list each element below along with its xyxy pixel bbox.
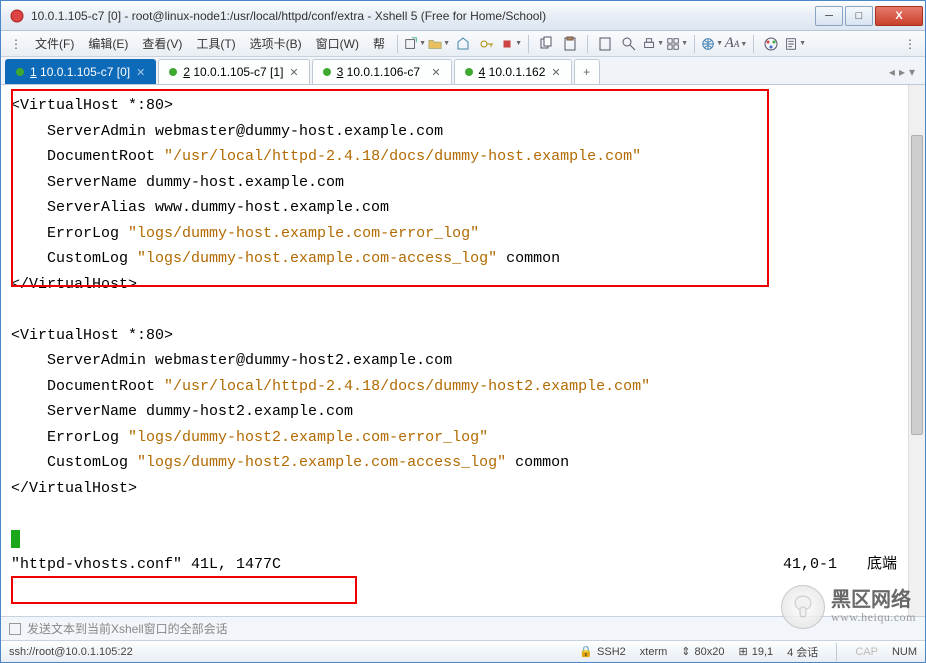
disconnect-icon[interactable]: ▼ (500, 33, 522, 55)
status-dot-icon (465, 68, 473, 76)
tab-label: 2 10.0.1.105-c7 [1] (183, 65, 283, 79)
menu-file[interactable]: 文件(F) (29, 32, 80, 55)
status-size: ⇕ 80x20 (681, 645, 724, 658)
separator (694, 35, 695, 53)
menu-expand-icon[interactable]: ⋮ (5, 33, 27, 55)
new-tab-button[interactable]: + (574, 59, 600, 84)
titlebar[interactable]: 10.0.1.105-c7 [0] - root@linux-node1:/us… (1, 1, 925, 31)
tab-close-icon[interactable]: ✕ (551, 66, 560, 79)
tab-close-icon[interactable]: ✕ (289, 66, 298, 79)
tab-session-2[interactable]: 2 10.0.1.105-c7 [1] ✕ (158, 59, 309, 84)
tab-label: 3 10.0.1.106-c7 (337, 65, 420, 79)
print-icon[interactable]: ▼ (642, 33, 664, 55)
separator (836, 643, 837, 661)
toolbar-overflow-icon[interactable]: ⋮ (899, 33, 921, 55)
scrollbar[interactable] (908, 85, 925, 616)
tab-label: 4 10.0.1.162 (479, 65, 546, 79)
status-termtype: xterm (640, 646, 668, 658)
menu-edit[interactable]: 编辑(E) (82, 32, 134, 55)
separator (528, 35, 529, 53)
menu-help[interactable]: 帮 (367, 32, 391, 55)
window-controls: ─ □ X (813, 6, 923, 26)
statusbar: ssh://root@10.0.1.105:22 🔒SSH2 xterm ⇕ 8… (1, 640, 925, 662)
tab-nav: ◂ ▸ ▾ (889, 59, 921, 84)
copy-icon[interactable] (535, 33, 557, 55)
key-icon[interactable] (476, 33, 498, 55)
reconnect-icon[interactable] (452, 33, 474, 55)
app-window: 10.0.1.105-c7 [0] - root@linux-node1:/us… (0, 0, 926, 663)
find-icon[interactable] (618, 33, 640, 55)
tabbar: 1 10.0.1.105-c7 [0] ✕ 2 10.0.1.105-c7 [1… (1, 57, 925, 85)
tab-prev-icon[interactable]: ◂ (889, 65, 895, 79)
status-dot-icon (16, 68, 24, 76)
font-icon[interactable]: AA▼ (725, 33, 747, 55)
tile-icon[interactable]: ▼ (666, 33, 688, 55)
status-dot-icon (169, 68, 177, 76)
terminal-content: <VirtualHost *:80> ServerAdmin webmaster… (11, 93, 915, 578)
color-icon[interactable] (760, 33, 782, 55)
script-icon[interactable]: ▼ (784, 33, 806, 55)
tab-list-icon[interactable]: ▾ (909, 65, 915, 79)
status-cap: CAP (855, 646, 878, 658)
maximize-button[interactable]: □ (845, 6, 873, 26)
paste-icon[interactable] (559, 33, 581, 55)
menu-tools[interactable]: 工具(T) (190, 32, 241, 55)
broadcast-checkbox[interactable] (9, 623, 21, 635)
menu-view[interactable]: 查看(V) (136, 32, 188, 55)
cursor (11, 530, 20, 548)
minimize-button[interactable]: ─ (815, 6, 843, 26)
terminal[interactable]: <VirtualHost *:80> ServerAdmin webmaster… (1, 85, 925, 616)
scrollbar-thumb[interactable] (911, 135, 923, 435)
separator (753, 35, 754, 53)
tab-close-icon[interactable]: ✕ (431, 66, 440, 79)
status-sessions: 4 会话 (787, 644, 818, 660)
lock-icon: 🔒 (579, 645, 593, 658)
status-dot-icon (323, 68, 331, 76)
menubar: ⋮ 文件(F) 编辑(E) 查看(V) 工具(T) 选项卡(B) 窗口(W) 帮… (1, 31, 925, 57)
status-connection: ssh://root@10.0.1.105:22 (9, 646, 133, 658)
globe-icon[interactable]: ▼ (701, 33, 723, 55)
menu-options[interactable]: 选项卡(B) (244, 32, 308, 55)
broadcast-bar: 发送文本到当前Xshell窗口的全部会话 (1, 616, 925, 640)
tab-next-icon[interactable]: ▸ (899, 65, 905, 79)
separator (397, 35, 398, 53)
close-button[interactable]: X (875, 6, 923, 26)
status-num: NUM (892, 646, 917, 658)
status-cursor-pos: ⊞ 19,1 (738, 645, 773, 658)
tab-session-1[interactable]: 1 10.0.1.105-c7 [0] ✕ (5, 59, 156, 84)
annotation-box (11, 576, 357, 604)
open-icon[interactable]: ▼ (428, 33, 450, 55)
tab-label: 1 10.0.1.105-c7 [0] (30, 65, 130, 79)
new-session-icon[interactable]: ▼ (404, 33, 426, 55)
status-protocol: 🔒SSH2 (579, 645, 625, 658)
window-title: 10.0.1.105-c7 [0] - root@linux-node1:/us… (31, 9, 813, 23)
tab-session-3[interactable]: 3 10.0.1.106-c7 ✕ (312, 59, 452, 84)
properties-icon[interactable] (594, 33, 616, 55)
broadcast-label: 发送文本到当前Xshell窗口的全部会话 (27, 620, 228, 637)
tab-session-4[interactable]: 4 10.0.1.162 ✕ (454, 59, 572, 84)
app-icon (9, 8, 25, 24)
separator (587, 35, 588, 53)
tab-close-icon[interactable]: ✕ (136, 66, 145, 79)
menu-window[interactable]: 窗口(W) (310, 32, 365, 55)
